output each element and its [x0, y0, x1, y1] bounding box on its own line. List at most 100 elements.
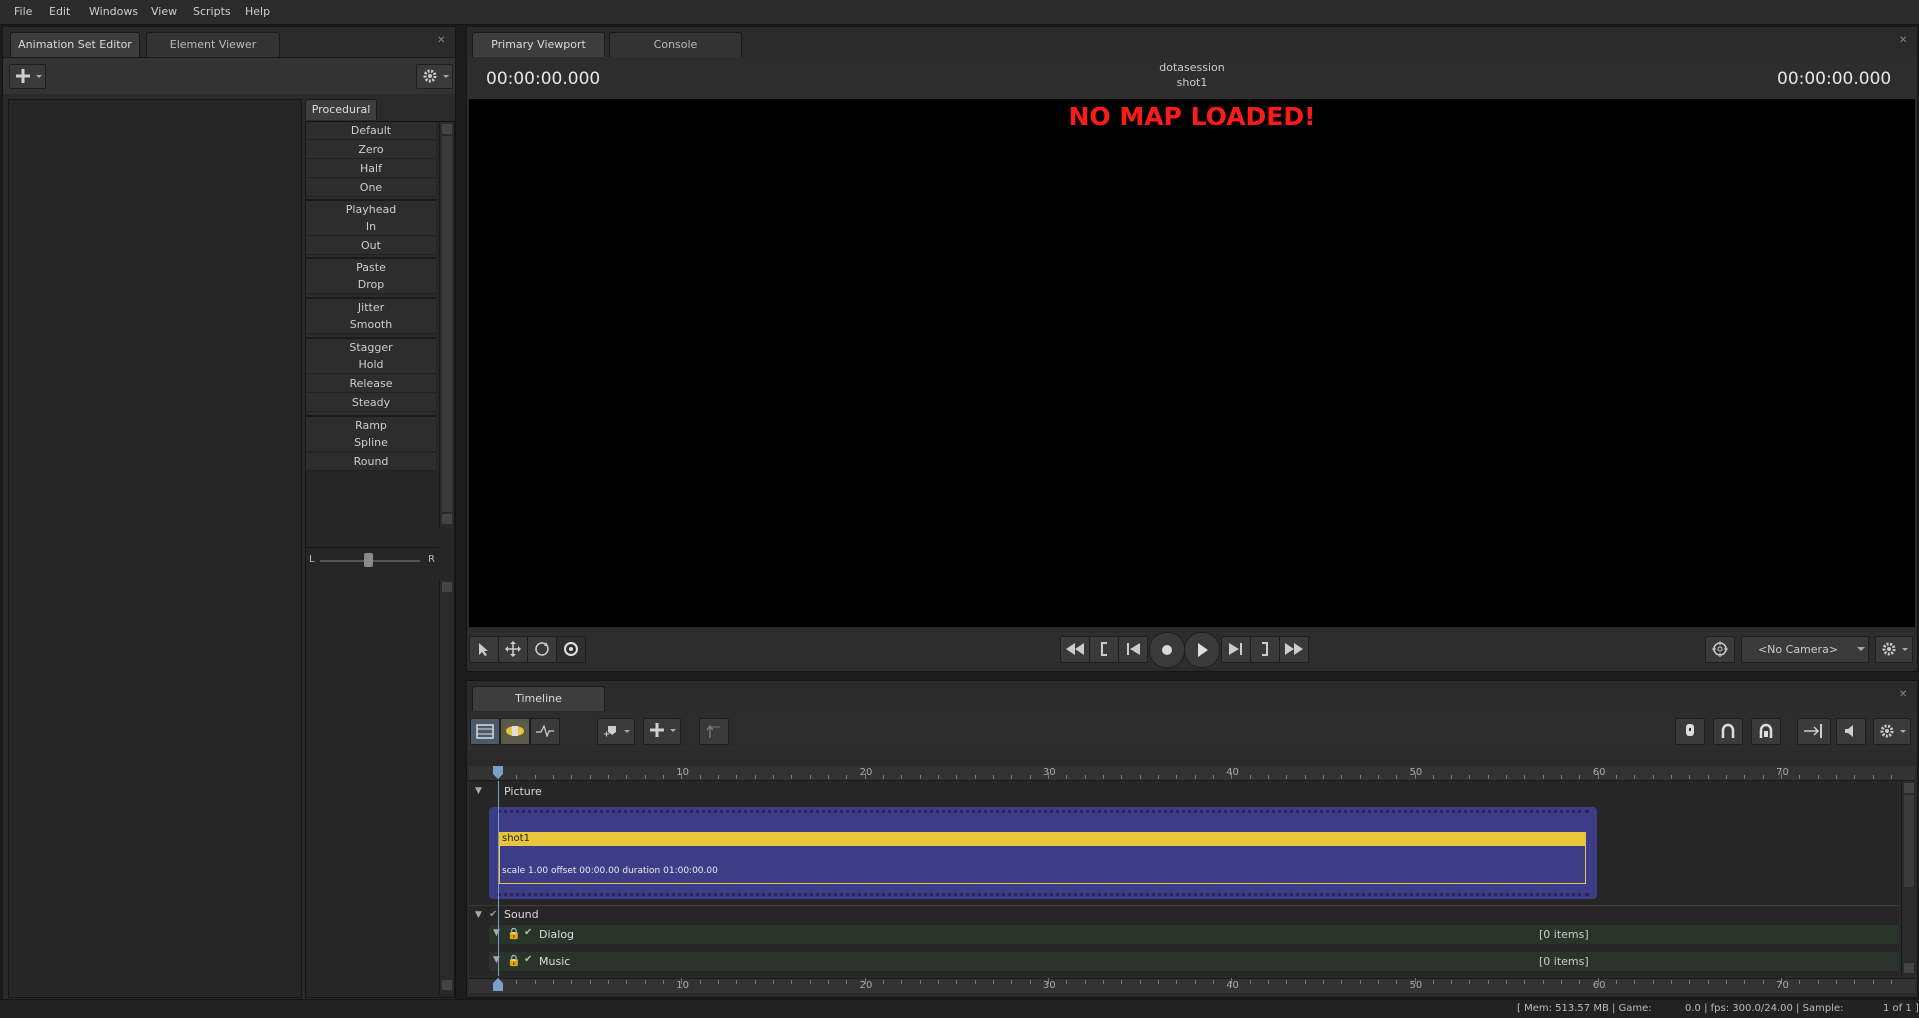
camera-select[interactable]: <No Camera>	[1741, 636, 1869, 663]
go-up-button[interactable]	[699, 718, 729, 745]
procedural-half-button[interactable]: Half	[306, 160, 436, 178]
viewport-settings-button[interactable]	[1875, 636, 1913, 663]
scroll-down-icon[interactable]	[1904, 963, 1914, 973]
snap-frame-button[interactable]	[1751, 718, 1781, 745]
menu-view[interactable]: View	[151, 5, 177, 18]
tab-animation-set-editor[interactable]: Animation Set Editor	[10, 32, 140, 57]
collapse-picture-icon[interactable]: ▼	[475, 786, 482, 796]
viewport-render[interactable]: NO MAP LOADED!	[469, 99, 1915, 627]
ruler-tick	[1707, 775, 1709, 779]
settings-button[interactable]	[416, 64, 453, 89]
procedural-out-button[interactable]: Out	[306, 237, 436, 255]
shot-clip[interactable]: shot1 scale 1.00 offset 00:00.00 duratio…	[499, 832, 1586, 884]
check-icon[interactable]: ✔	[524, 954, 532, 965]
procedural-ramp-button[interactable]: Ramp	[306, 415, 436, 435]
menu-windows[interactable]: Windows	[89, 5, 138, 18]
motion-editor-mode-button[interactable]	[500, 718, 530, 745]
fast-forward-button[interactable]	[1279, 636, 1309, 663]
camera-target-button[interactable]	[1705, 636, 1735, 663]
step-back-button[interactable]	[1118, 636, 1148, 663]
menu-edit[interactable]: Edit	[49, 5, 70, 18]
sound-track-dialog[interactable]: ▼ 🔒 ✔ Dialog [0 items]	[489, 925, 1899, 944]
procedural-scrollbar[interactable]	[439, 122, 454, 528]
scroll-up-icon[interactable]	[1904, 783, 1914, 793]
mute-button[interactable]	[1836, 718, 1866, 745]
playhead-marker-bottom[interactable]	[493, 978, 503, 992]
procedural-round-button[interactable]: Round	[306, 453, 436, 471]
clip-editor-mode-button[interactable]	[470, 718, 500, 745]
procedural-in-button[interactable]: In	[306, 218, 436, 236]
go-to-in-button[interactable]	[1089, 636, 1119, 663]
procedural-spline-button[interactable]: Spline	[306, 434, 436, 452]
procedural-jitter-button[interactable]: Jitter	[306, 297, 436, 317]
scroll-down-icon[interactable]	[442, 514, 452, 524]
shot-name: shot1	[1176, 76, 1208, 89]
ruler-tick	[1212, 775, 1214, 779]
scroll-thumb[interactable]	[1904, 795, 1914, 887]
procedural-default-button[interactable]: Default	[306, 122, 436, 140]
close-icon[interactable]: ✕	[1899, 689, 1907, 700]
procedural-drop-button[interactable]: Drop	[306, 276, 436, 294]
timeline-scrollbar[interactable]	[1901, 781, 1916, 976]
add-bookmark-button[interactable]	[597, 718, 635, 745]
lock-view-button[interactable]	[1675, 718, 1705, 745]
procedural-zero-button[interactable]: Zero	[306, 141, 436, 159]
step-forward-button[interactable]	[1221, 636, 1251, 663]
scroll-down-icon[interactable]	[442, 980, 452, 990]
orbit-tool-button[interactable]	[556, 636, 586, 663]
check-icon[interactable]: ✔	[524, 927, 532, 938]
sound-track-music[interactable]: ▼ 🔒 ✔ Music [0 items]	[489, 952, 1899, 971]
graph-editor-mode-button[interactable]	[530, 718, 560, 745]
tab-primary-viewport[interactable]: Primary Viewport	[472, 32, 605, 57]
rotate-tool-button[interactable]	[527, 636, 557, 663]
tab-console[interactable]: Console	[609, 32, 742, 57]
follow-playhead-button[interactable]	[1797, 718, 1831, 745]
procedural-release-button[interactable]: Release	[306, 375, 436, 393]
collapse-sound-icon[interactable]: ▼	[475, 910, 482, 920]
procedural-steady-button[interactable]: Steady	[306, 394, 436, 412]
go-to-out-button[interactable]	[1250, 636, 1280, 663]
ruler-tick	[1469, 980, 1471, 984]
timeline-ruler-bottom[interactable]: 10 20 30 40 50 60 70	[469, 978, 1915, 993]
timeline-settings-button[interactable]	[1873, 718, 1911, 745]
dialog-track-count: [0 items]	[1539, 928, 1589, 941]
snap-button[interactable]	[1713, 718, 1743, 745]
tab-timeline[interactable]: Timeline	[472, 686, 605, 711]
close-icon[interactable]: ✕	[1899, 35, 1907, 46]
scroll-up-icon[interactable]	[442, 124, 452, 134]
playhead-line[interactable]	[498, 781, 499, 976]
play-button[interactable]	[1184, 632, 1220, 668]
lock-icon[interactable]: 🔒	[507, 954, 521, 967]
select-tool-button[interactable]	[469, 636, 499, 663]
ruler-tick	[1799, 980, 1801, 984]
ruler-label: 70	[1776, 980, 1789, 991]
procedural-one-button[interactable]: One	[306, 179, 436, 197]
tab-element-viewer[interactable]: Element Viewer	[146, 32, 280, 57]
menu-file[interactable]: File	[14, 5, 32, 18]
procedural-paste-button[interactable]: Paste	[306, 257, 436, 277]
ruler-tick	[662, 980, 664, 984]
procedural-stagger-button[interactable]: Stagger	[306, 337, 436, 357]
animation-set-list[interactable]	[8, 99, 302, 998]
lock-icon[interactable]: 🔒	[507, 927, 521, 940]
sound-enabled-check-icon[interactable]: ✔	[489, 909, 497, 920]
procedural-panel: Default Zero Half One Playhead In Out Pa…	[305, 121, 455, 998]
move-tool-button[interactable]	[498, 636, 528, 663]
menu-help[interactable]: Help	[245, 5, 270, 18]
close-icon[interactable]: ✕	[437, 35, 445, 46]
scroll-up-icon[interactable]	[442, 582, 452, 592]
procedural-playhead-button[interactable]: Playhead	[306, 199, 436, 219]
procedural-hold-button[interactable]: Hold	[306, 356, 436, 374]
balance-slider-handle[interactable]	[364, 553, 373, 567]
timeline-ruler-top[interactable]: 10 20 30 40 50 60 70	[469, 766, 1915, 781]
lower-scrollbar[interactable]	[439, 580, 454, 994]
scroll-thumb[interactable]	[442, 136, 452, 512]
add-clip-button[interactable]	[643, 718, 681, 745]
rewind-button[interactable]	[1060, 636, 1090, 663]
procedural-smooth-button[interactable]: Smooth	[306, 316, 436, 334]
tab-procedural[interactable]: Procedural	[305, 99, 377, 120]
record-button[interactable]	[1149, 632, 1185, 668]
menu-scripts[interactable]: Scripts	[193, 5, 231, 18]
add-animation-set-button[interactable]	[9, 64, 46, 89]
playhead-marker-top[interactable]	[493, 766, 503, 780]
